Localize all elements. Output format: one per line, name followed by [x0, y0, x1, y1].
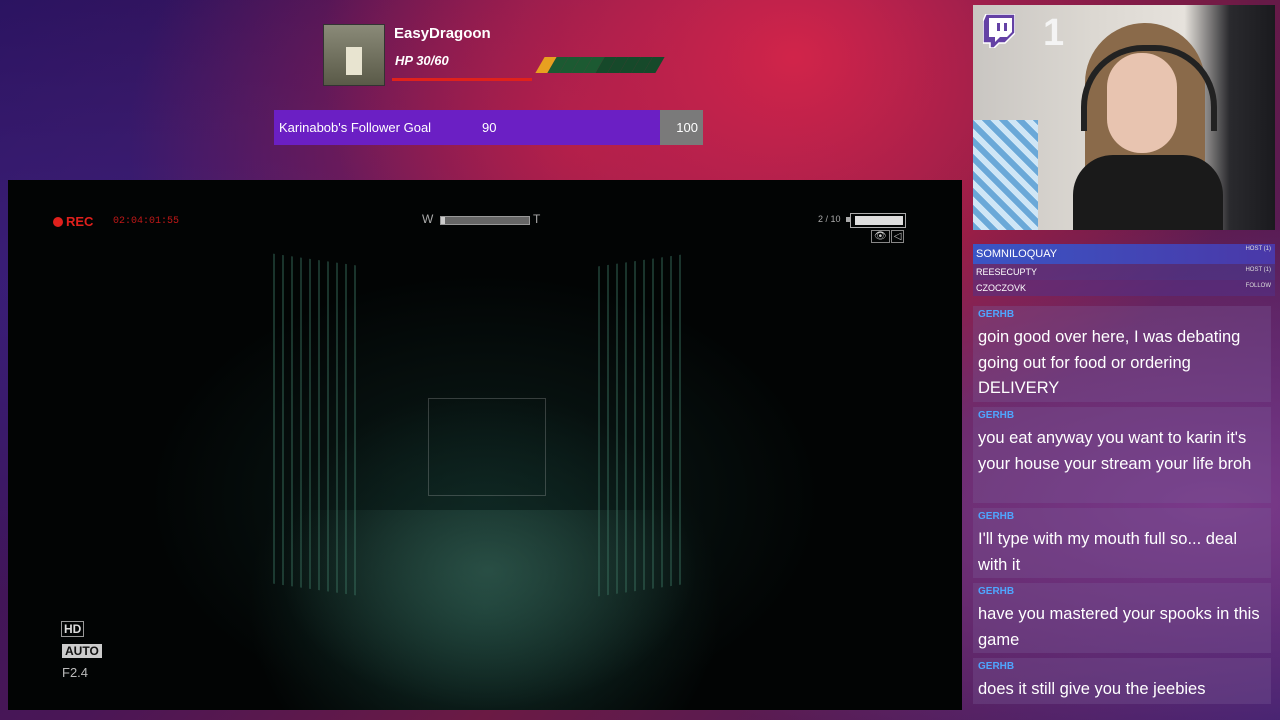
chat-username: GERHB — [978, 309, 1015, 320]
corridor-floor — [278, 510, 698, 710]
battery-icon — [850, 213, 906, 228]
battery-fill — [855, 216, 903, 225]
chat-message: GERHB I'll type with my mouth full so...… — [973, 508, 1271, 578]
chat-message: GERHB goin good over here, I was debatin… — [973, 306, 1271, 402]
game-view: REC 02:04:01:55 W T 2 / 10 👁 ◁ HD AUTO F2… — [8, 180, 962, 710]
recent-events-list: SOMNILOQUAY HOST (1) REESECUPTY HOST (1)… — [973, 244, 1275, 296]
chat-message: GERHB have you mastered your spooks in t… — [973, 583, 1271, 653]
zoom-wide-label: W — [422, 212, 434, 226]
twitch-logo-icon — [983, 14, 1015, 48]
chat-username: GERHB — [978, 586, 1015, 597]
alert-username: EasyDragoon — [394, 25, 491, 42]
rec-dot-icon — [53, 217, 63, 227]
follower-goal-target: 100 — [676, 120, 698, 135]
chat-panel: GERHB goin good over here, I was debatin… — [973, 306, 1271, 710]
recent-event-name: CZOCZOVK — [976, 283, 1027, 293]
recent-event-row: SOMNILOQUAY HOST (1) — [973, 244, 1275, 264]
recent-event-tag: FOLLOW — [1245, 283, 1271, 289]
chat-message: GERHB does it still give you the jeebies — [973, 658, 1271, 704]
zoom-bar-fill — [441, 217, 445, 224]
recent-event-name: SOMNILOQUAY — [976, 248, 1058, 260]
viewer-count: 1 — [1043, 12, 1065, 54]
streamer-body — [1073, 155, 1223, 230]
audio-icon: ◁ — [890, 230, 905, 243]
recent-event-tag: HOST (1) — [1245, 246, 1271, 252]
follower-goal-current: 90 — [482, 120, 497, 135]
recent-event-row: REESECUPTY HOST (1) — [973, 264, 1275, 280]
zoom-tele-label: T — [533, 212, 541, 226]
alert-avatar — [323, 24, 385, 86]
webcam-feed: 1 — [973, 5, 1275, 230]
follower-goal-bar: Karinabob's Follower Goal 90 100 — [274, 110, 703, 145]
night-vision-eye-icon: 👁 — [871, 230, 890, 243]
chat-text: have you mastered your spooks in this ga… — [978, 605, 1260, 649]
rec-timecode: 02:04:01:55 — [113, 216, 180, 227]
recent-event-tag: HOST (1) — [1245, 267, 1271, 273]
recent-event-name: REESECUPTY — [976, 267, 1038, 277]
chat-message: GERHB you eat anyway you want to karin i… — [973, 407, 1271, 503]
chat-username: GERHB — [978, 410, 1015, 421]
fstop-label: F2.4 — [62, 665, 89, 680]
chat-text: you eat anyway you want to karin it's yo… — [978, 429, 1252, 473]
auto-badge: AUTO — [62, 644, 102, 658]
hp-bar — [392, 57, 665, 81]
zoom-bar — [440, 216, 530, 225]
chat-text: I'll type with my mouth full so... deal … — [978, 530, 1238, 574]
webcam-bed — [973, 120, 1038, 230]
hp-bar-fill — [392, 78, 532, 81]
recent-event-row: CZOCZOVK FOLLOW — [973, 280, 1275, 296]
chat-username: GERHB — [978, 511, 1015, 522]
rec-label: REC — [66, 214, 94, 229]
camera-mode-icons: 👁 ◁ — [870, 230, 905, 243]
chat-text: goin good over here, I was debating goin… — [978, 328, 1241, 397]
chat-text: does it still give you the jeebies — [978, 680, 1206, 698]
follower-goal-label: Karinabob's Follower Goal — [279, 120, 432, 135]
chat-username: GERHB — [978, 661, 1015, 672]
battery-count: 2 / 10 — [818, 214, 841, 224]
camera-reticle — [428, 398, 546, 496]
hd-badge: HD — [61, 621, 85, 637]
